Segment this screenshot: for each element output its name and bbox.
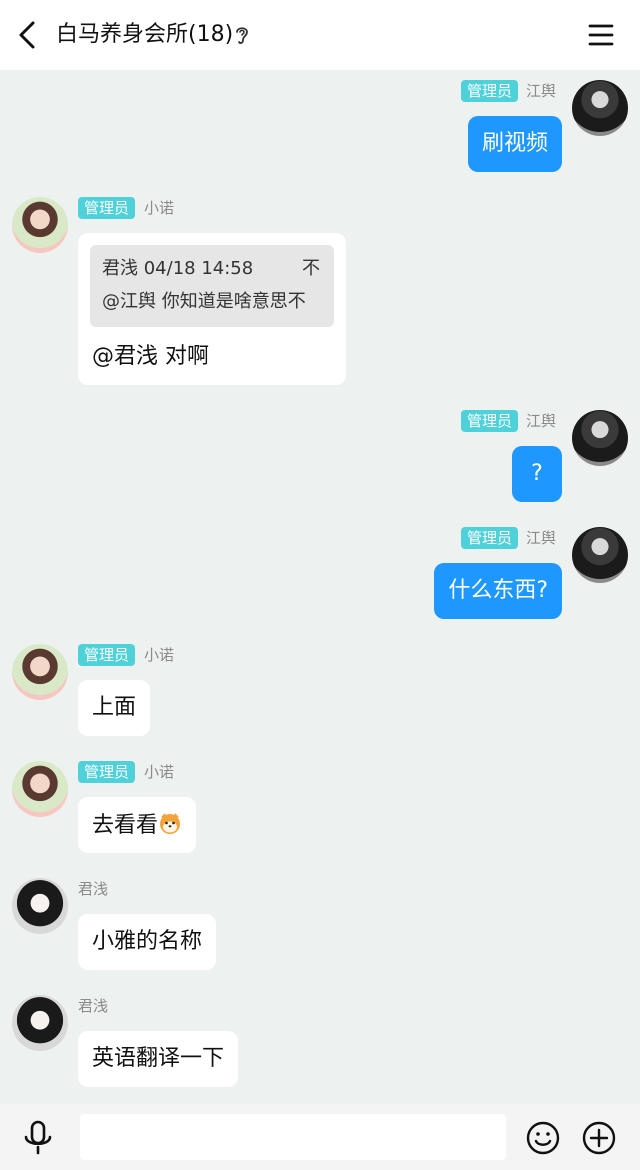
admin-badge: 管理员 [460, 80, 518, 102]
ear-icon[interactable] [233, 24, 251, 46]
avatar[interactable] [12, 995, 68, 1051]
avatar[interactable] [572, 80, 628, 136]
admin-badge: 管理员 [460, 410, 518, 432]
quote-header: 君浅 04/18 14:58 [102, 258, 254, 279]
message-bubble[interactable]: 什么东西? [434, 563, 562, 619]
admin-badge: 管理员 [78, 197, 136, 219]
message-bubble[interactable]: 英语翻译一下 [78, 1031, 239, 1087]
message-bubble[interactable]: 上面 [78, 680, 151, 736]
avatar[interactable] [12, 644, 68, 700]
reply-text: @君浅 对啊 [92, 344, 209, 369]
message-bubble[interactable]: 君浅 04/18 14:58 不 @江舆 你知道是啥意思不 @君浅 对啊 [78, 233, 346, 385]
top-bar: 白马养身会所(18) [0, 0, 640, 70]
back-arrow-icon[interactable] [12, 19, 44, 51]
sender-name: 小诺 [144, 763, 175, 781]
avatar[interactable] [572, 410, 628, 466]
quote-header-tail: 不 [302, 258, 320, 279]
avatar[interactable] [12, 761, 68, 817]
admin-badge: 管理员 [78, 761, 136, 783]
admin-badge: 管理员 [78, 644, 136, 666]
emoji-icon[interactable] [526, 1121, 560, 1155]
plus-icon[interactable] [582, 1121, 616, 1155]
sender-name: 君浅 [78, 880, 109, 898]
sender-name: 江舆 [525, 82, 556, 100]
shiba-emoji-icon [160, 813, 181, 834]
message-bubble[interactable]: 小雅的名称 [78, 914, 217, 970]
message-input[interactable] [80, 1114, 506, 1160]
message-text: 去看看 [92, 813, 159, 838]
sender-name: 小诺 [144, 646, 175, 664]
message-bubble[interactable]: 刷视频 [467, 116, 562, 172]
message-list[interactable]: 江舆 管理员 刷视频 管理员 小诺 君浅 04/18 14:58 不 @江舆 你… [0, 70, 640, 1104]
sender-name: 江舆 [525, 412, 556, 430]
message-bubble[interactable]: ? [512, 446, 562, 502]
sender-name: 江舆 [525, 529, 556, 547]
microphone-icon[interactable] [22, 1120, 54, 1156]
sender-name: 君浅 [78, 997, 109, 1015]
menu-icon[interactable] [586, 20, 616, 50]
admin-badge: 管理员 [460, 527, 518, 549]
sender-name: 小诺 [144, 199, 175, 217]
quote-body: @江舆 你知道是啥意思不 [102, 291, 306, 312]
composer-bar [0, 1104, 640, 1170]
avatar[interactable] [12, 878, 68, 934]
avatar[interactable] [572, 527, 628, 583]
avatar[interactable] [12, 197, 68, 253]
quoted-message[interactable]: 君浅 04/18 14:58 不 @江舆 你知道是啥意思不 [90, 245, 334, 327]
message-bubble[interactable]: 去看看 [78, 797, 197, 853]
chat-title[interactable]: 白马养身会所(18) [56, 21, 233, 49]
